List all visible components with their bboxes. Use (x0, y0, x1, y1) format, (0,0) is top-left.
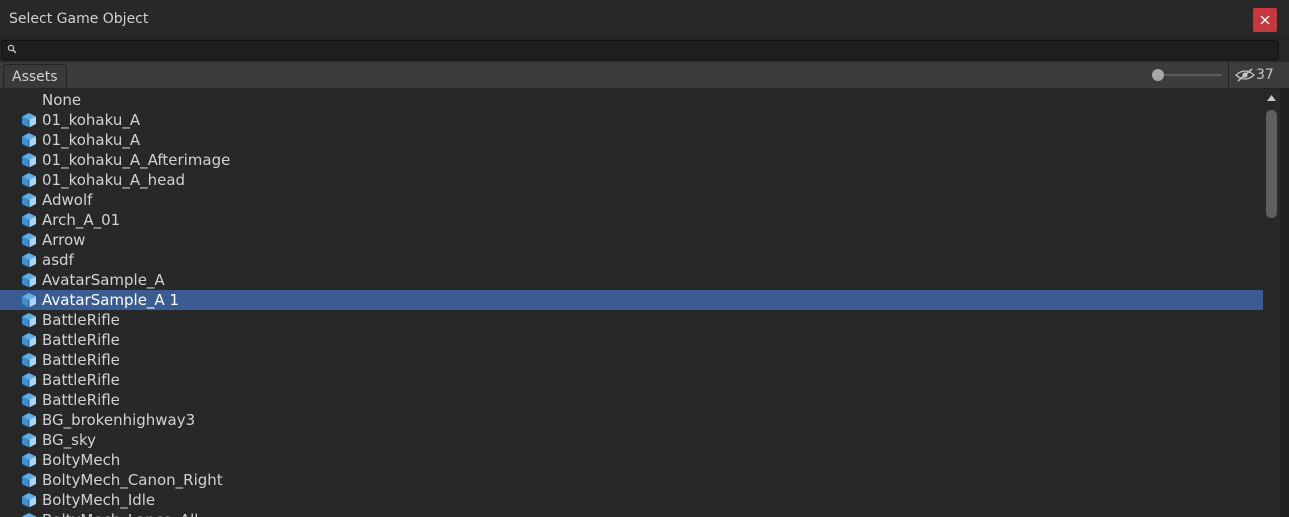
prefab-icon (22, 413, 36, 428)
list-item-label: BoltyMech_Idle (42, 491, 156, 509)
list-item-label: BoltyMech_Lance_All (42, 510, 198, 517)
list-item-label: AvatarSample_A 1 (42, 291, 180, 309)
zoom-slider-handle[interactable] (1152, 69, 1164, 81)
prefab-icon (22, 193, 36, 208)
scrollbar-thumb[interactable] (1266, 110, 1277, 218)
list-item[interactable]: AvatarSample_A 1 (0, 290, 1263, 310)
list-item[interactable]: 01_kohaku_A (0, 110, 1263, 130)
hidden-count: 37 (1256, 67, 1274, 83)
list-item-label: None (42, 91, 82, 109)
list-item[interactable]: Arch_A_01 (0, 210, 1263, 230)
list-item[interactable]: BattleRifle (0, 350, 1263, 370)
list-item-label: Arrow (42, 231, 86, 249)
prefab-icon (22, 113, 36, 128)
close-button[interactable] (1253, 8, 1277, 32)
list-item-label: 01_kohaku_A_head (42, 171, 186, 189)
list-item-label: BG_sky (42, 431, 96, 449)
list-item[interactable]: BoltyMech_Idle (0, 490, 1263, 510)
vertical-scrollbar[interactable] (1263, 89, 1280, 517)
prefab-icon (22, 433, 36, 448)
prefab-icon (22, 453, 36, 468)
prefab-icon (22, 473, 36, 488)
list-item[interactable]: BG_sky (0, 430, 1263, 450)
list-item[interactable]: BattleRifle (0, 370, 1263, 390)
list-item[interactable]: BoltyMech_Lance_All (0, 510, 1263, 517)
prefab-icon (22, 293, 36, 308)
select-game-object-window: Select Game Object Assets 37 None 01_koh… (0, 0, 1289, 517)
list-item-label: BattleRifle (42, 331, 120, 349)
search-row (0, 39, 1289, 61)
prefab-icon (22, 373, 36, 388)
close-icon (1260, 15, 1270, 25)
prefab-icon (22, 393, 36, 408)
prefab-icon (22, 273, 36, 288)
prefab-icon (22, 333, 36, 348)
list-item[interactable]: Arrow (0, 230, 1263, 250)
toolbar: Assets 37 (0, 62, 1289, 89)
list-item[interactable]: BattleRifle (0, 310, 1263, 330)
window-title: Select Game Object (9, 11, 149, 27)
list-item[interactable]: Adwolf (0, 190, 1263, 210)
search-icon (7, 44, 17, 54)
prefab-icon (22, 253, 36, 268)
prefab-icon (22, 493, 36, 508)
list-item-label: 01_kohaku_A_Afterimage (42, 151, 231, 169)
object-list: None 01_kohaku_A 01_kohaku_A 01_kohaku_A_Af… (0, 89, 1263, 517)
prefab-icon (22, 153, 36, 168)
search-input[interactable] (20, 41, 1270, 59)
list-item-label: asdf (42, 251, 74, 269)
list-item-label: 01_kohaku_A (42, 111, 141, 129)
prefab-icon (22, 313, 36, 328)
list-item-label: 01_kohaku_A (42, 131, 141, 149)
list-item[interactable]: 01_kohaku_A_Afterimage (0, 150, 1263, 170)
list-item[interactable]: BattleRifle (0, 330, 1263, 350)
eye-hidden-icon (1235, 68, 1255, 82)
list-item[interactable]: asdf (0, 250, 1263, 270)
prefab-icon (22, 353, 36, 368)
scroll-up-arrow-icon[interactable] (1267, 95, 1276, 101)
list-item-label: BattleRifle (42, 311, 120, 329)
list-item-label: BoltyMech (42, 451, 121, 469)
list-item[interactable]: None (0, 90, 1263, 110)
prefab-icon (22, 513, 36, 517)
list-item[interactable]: AvatarSample_A (0, 270, 1263, 290)
list-item[interactable]: 01_kohaku_A_head (0, 170, 1263, 190)
list-item-label: Adwolf (42, 191, 93, 209)
list-item[interactable]: BoltyMech_Canon_Right (0, 470, 1263, 490)
prefab-icon (22, 173, 36, 188)
list-item-label: Arch_A_01 (42, 211, 121, 229)
title-bar: Select Game Object (0, 0, 1289, 39)
search-field[interactable] (1, 40, 1279, 60)
list-item-label: AvatarSample_A (42, 271, 165, 289)
list-item-label: BattleRifle (42, 371, 120, 389)
list-item-label: BattleRifle (42, 391, 120, 409)
tab-assets[interactable]: Assets (3, 64, 67, 88)
prefab-icon (22, 233, 36, 248)
zoom-slider-track[interactable] (1158, 74, 1222, 76)
list-item-label: BattleRifle (42, 351, 120, 369)
list-item[interactable]: BoltyMech (0, 450, 1263, 470)
window-edge (1280, 89, 1289, 517)
prefab-icon (22, 213, 36, 228)
hidden-packages-toggle[interactable]: 37 (1228, 62, 1289, 88)
list-item[interactable]: 01_kohaku_A (0, 130, 1263, 150)
list-item[interactable]: BattleRifle (0, 390, 1263, 410)
prefab-icon (22, 133, 36, 148)
list-item[interactable]: BG_brokenhighway3 (0, 410, 1263, 430)
list-item-label: BoltyMech_Canon_Right (42, 471, 223, 489)
list-item-label: BG_brokenhighway3 (42, 411, 196, 429)
